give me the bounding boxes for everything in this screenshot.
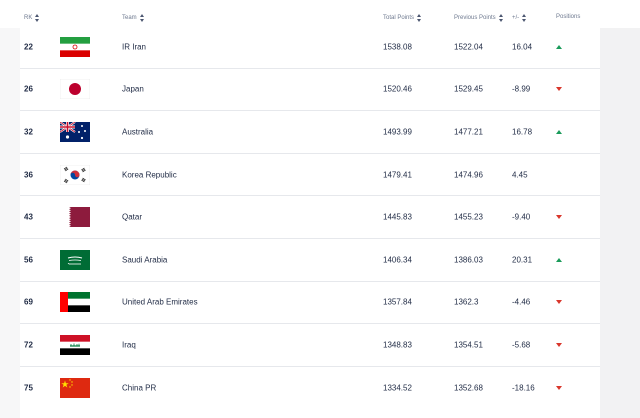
- rank-header[interactable]: RK: [24, 14, 40, 22]
- arrow-down-icon: [556, 386, 562, 391]
- rank-cell: 43: [24, 212, 33, 222]
- rank-cell: 75: [24, 383, 33, 393]
- team-name-link[interactable]: United Arab Emirates: [122, 298, 198, 307]
- rankings-table: 22 IR Iran 1538.08 1522.04 16.04 26 Japan 1520.…: [20, 26, 600, 409]
- positions-header[interactable]: Positions: [556, 14, 580, 20]
- arrow-up-icon: [556, 44, 562, 49]
- table-row[interactable]: 36 Korea Republic 1479.41 1474.96 4.45: [20, 154, 600, 197]
- arrow-down-icon: [556, 87, 562, 92]
- total-points-cell: 1538.08: [383, 42, 412, 52]
- table-row[interactable]: 43 Qatar 1445.83 1455.23 -9.40: [20, 196, 600, 239]
- previous-points-cell: 1455.23: [454, 212, 483, 222]
- table-row[interactable]: 75 China PR 1334.52 1352.68 -18.16: [20, 367, 600, 410]
- points-change-cell: 16.04: [512, 42, 533, 52]
- positions-header-label: Positions: [556, 14, 581, 20]
- rank-cell: 32: [24, 127, 33, 137]
- previous-points-cell: 1386.03: [454, 255, 483, 265]
- change-header[interactable]: +/-: [512, 14, 527, 22]
- previous-points-cell: 1474.96: [454, 170, 483, 180]
- team-name-link[interactable]: Iraq: [122, 340, 136, 349]
- saudi-arabia-flag-icon: [60, 249, 90, 270]
- points-change-cell: 16.78: [512, 127, 533, 137]
- rank-cell: 72: [24, 340, 33, 350]
- total-points-cell: 1445.83: [383, 212, 412, 222]
- arrow-up-icon: [556, 257, 562, 262]
- total-points-cell: 1493.99: [383, 127, 412, 137]
- iran-flag-icon: [60, 36, 90, 57]
- team-name-link[interactable]: IR Iran: [122, 42, 146, 51]
- qatar-flag-icon: [60, 207, 90, 228]
- arrow-up-icon: [556, 129, 562, 134]
- china-flag-icon: [60, 378, 90, 399]
- team-name-link[interactable]: Qatar: [122, 213, 142, 222]
- rank-cell: 22: [24, 42, 33, 52]
- team-name-link[interactable]: Australia: [122, 127, 153, 136]
- total-points-cell: 1334.52: [383, 383, 412, 393]
- team-name-link[interactable]: Japan: [122, 85, 144, 94]
- arrow-down-icon: [556, 342, 562, 347]
- change-header-label: +/-: [512, 15, 520, 21]
- arrow-down-icon: [556, 215, 562, 220]
- table-row[interactable]: 32 Australia 1493.99 1477.21 16.78: [20, 111, 600, 154]
- rank-cell: 69: [24, 297, 33, 307]
- total-points-cell: 1348.83: [383, 340, 412, 350]
- rank-cell: 26: [24, 84, 33, 94]
- sort-icon[interactable]: [498, 14, 504, 22]
- total-points-cell: 1520.46: [383, 84, 412, 94]
- uae-flag-icon: [60, 292, 90, 313]
- team-name-link[interactable]: China PR: [122, 384, 156, 393]
- iraq-flag-icon: [60, 334, 90, 355]
- total-points-cell: 1357.84: [383, 297, 412, 307]
- arrow-down-icon: [556, 300, 562, 305]
- table-row[interactable]: 69 United Arab Emirates 1357.84 1362.3 -4.46: [20, 282, 600, 325]
- points-change-cell: -5.68: [512, 340, 531, 350]
- total-points-header-label: Total Points: [383, 15, 415, 21]
- points-change-cell: -4.46: [512, 297, 531, 307]
- team-header[interactable]: Team: [122, 14, 145, 22]
- sort-icon[interactable]: [417, 14, 422, 22]
- table-row[interactable]: 56 Saudi Arabia 1406.34 1386.03 20.31: [20, 239, 600, 282]
- table-row[interactable]: 26 Japan 1520.46 1529.45 -8.99: [20, 69, 600, 112]
- previous-points-header[interactable]: Previous Points: [454, 14, 504, 22]
- japan-flag-icon: [60, 79, 90, 100]
- points-change-cell: -9.40: [512, 212, 531, 222]
- rank-cell: 36: [24, 170, 33, 180]
- team-header-label: Team: [122, 15, 137, 21]
- total-points-cell: 1406.34: [383, 255, 412, 265]
- table-row[interactable]: 72 Iraq 1348.83 1354.51 -5.68: [20, 324, 600, 367]
- table-row[interactable]: 22 IR Iran 1538.08 1522.04 16.04: [20, 26, 600, 69]
- points-change-cell: -8.99: [512, 84, 531, 94]
- previous-points-cell: 1362.3: [454, 297, 479, 307]
- previous-points-cell: 1529.45: [454, 84, 483, 94]
- previous-points-cell: 1352.68: [454, 383, 483, 393]
- left-margin: [0, 0, 20, 418]
- points-change-cell: 20.31: [512, 255, 533, 265]
- points-change-cell: -18.16: [512, 383, 535, 393]
- sort-icon[interactable]: [139, 14, 145, 22]
- team-name-link[interactable]: Korea Republic: [122, 170, 177, 179]
- team-name-link[interactable]: Saudi Arabia: [122, 255, 167, 264]
- sort-icon[interactable]: [522, 14, 527, 22]
- previous-points-header-label: Previous Points: [454, 15, 496, 21]
- australia-flag-icon: [60, 121, 90, 142]
- rank-cell: 56: [24, 255, 33, 265]
- right-margin: [600, 0, 640, 418]
- total-points-cell: 1479.41: [383, 170, 412, 180]
- rank-header-label: RK: [24, 15, 33, 21]
- table-header: RK Team Total Points Previous Points +/-…: [0, 0, 640, 28]
- previous-points-cell: 1354.51: [454, 340, 483, 350]
- previous-points-cell: 1522.04: [454, 42, 483, 52]
- sort-icon[interactable]: [35, 14, 40, 22]
- korea-flag-icon: [60, 164, 90, 185]
- total-points-header[interactable]: Total Points: [383, 14, 422, 22]
- points-change-cell: 4.45: [512, 170, 528, 180]
- previous-points-cell: 1477.21: [454, 127, 483, 137]
